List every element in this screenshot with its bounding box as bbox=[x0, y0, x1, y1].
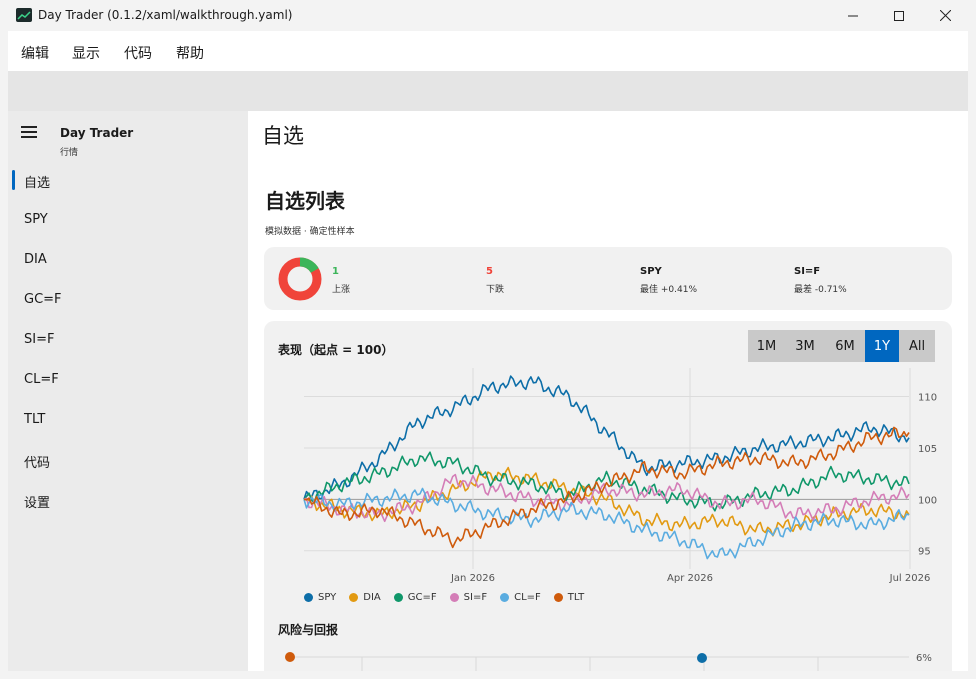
close-button[interactable] bbox=[922, 0, 968, 31]
worst-symbol: SI=F bbox=[794, 266, 821, 277]
app-logo-icon bbox=[16, 8, 32, 22]
best-symbol: SPY bbox=[640, 266, 662, 277]
legend-dot-icon bbox=[349, 593, 359, 602]
legend-label: TLT bbox=[567, 592, 585, 603]
x-tick-label: Jan 2026 bbox=[450, 573, 495, 584]
sidebar-item-cl[interactable]: CL=F bbox=[24, 372, 59, 387]
down-count: 5 bbox=[486, 266, 493, 277]
menu-bar: 编辑 显示 代码 帮助 bbox=[8, 31, 968, 71]
page-title: 自选 bbox=[262, 124, 304, 148]
series-line-gc-f bbox=[303, 451, 910, 512]
risk-point-tlt bbox=[285, 652, 295, 662]
legend-item: GC=F bbox=[393, 592, 437, 603]
sidebar-item-tlt[interactable]: TLT bbox=[24, 412, 45, 427]
legend-dot-icon bbox=[304, 593, 313, 602]
close-icon bbox=[939, 10, 951, 21]
y-tick-label: 105 bbox=[918, 444, 937, 455]
up-down-donut bbox=[278, 257, 322, 301]
series-line-dia bbox=[303, 466, 910, 537]
hamburger-icon[interactable] bbox=[21, 126, 37, 138]
legend-item: CL=F bbox=[500, 592, 541, 603]
legend-item: SPY bbox=[304, 592, 336, 603]
legend-item: DIA bbox=[349, 592, 381, 603]
risk-title: 风险与回报 bbox=[278, 623, 339, 637]
legend-dot-icon bbox=[449, 593, 459, 602]
minimize-button[interactable] bbox=[830, 0, 876, 31]
series-line-tlt bbox=[303, 426, 910, 549]
sidebar-item-gc[interactable]: GC=F bbox=[24, 292, 62, 307]
window-title: Day Trader (0.1.2/xaml/walkthrough.yaml) bbox=[38, 8, 293, 22]
menu-help[interactable]: 帮助 bbox=[176, 43, 204, 63]
section-subheading: 模拟数据 · 确定性样本 bbox=[265, 227, 355, 237]
selection-indicator bbox=[12, 170, 15, 190]
summary-card: 1 上涨 5 下跌 SPY 最佳 +0.41% SI=F 最差 -0.71% bbox=[264, 247, 952, 310]
maximize-icon bbox=[894, 10, 904, 21]
sidebar: Day Trader 行情 自选 SPY DIA GC=F SI=F CL=F … bbox=[8, 111, 248, 671]
sidebar-item-settings[interactable]: 设置 bbox=[24, 492, 50, 511]
series-line-spy bbox=[303, 375, 910, 500]
header-band bbox=[8, 71, 968, 111]
section-heading: 自选列表 bbox=[265, 189, 345, 213]
risk-point-spy bbox=[697, 653, 707, 663]
y-tick-label: 95 bbox=[918, 547, 931, 558]
legend-label: SI=F bbox=[463, 592, 488, 603]
sidebar-item-watchlist[interactable]: 自选 bbox=[24, 172, 50, 191]
legend-dot-icon bbox=[553, 593, 563, 602]
maximize-button[interactable] bbox=[876, 0, 922, 31]
legend-item: TLT bbox=[553, 592, 585, 603]
legend-dot-icon bbox=[500, 593, 510, 602]
app-subtitle: 行情 bbox=[60, 148, 79, 158]
legend-label: DIA bbox=[363, 592, 381, 603]
up-label: 上涨 bbox=[332, 285, 351, 295]
minimize-icon bbox=[848, 15, 858, 16]
menu-code[interactable]: 代码 bbox=[124, 43, 152, 63]
sidebar-item-dia[interactable]: DIA bbox=[24, 252, 47, 267]
best-label: 最佳 +0.41% bbox=[640, 285, 697, 295]
chart-legend: SPY DIA GC=F SI=F CL=F TLT bbox=[304, 592, 597, 603]
performance-card: 表现（起点 = 100） 1M 3M 6M 1Y All 95 100 105 110… bbox=[264, 321, 952, 671]
worst-label: 最差 -0.71% bbox=[794, 285, 847, 295]
app-name: Day Trader bbox=[60, 126, 134, 140]
sidebar-item-spy[interactable]: SPY bbox=[24, 212, 48, 227]
sidebar-item-code[interactable]: 代码 bbox=[24, 452, 50, 471]
legend-item: SI=F bbox=[449, 592, 488, 603]
sidebar-item-si[interactable]: SI=F bbox=[24, 332, 54, 347]
legend-label: GC=F bbox=[407, 592, 437, 603]
down-label: 下跌 bbox=[486, 285, 505, 295]
menu-edit[interactable]: 编辑 bbox=[21, 43, 49, 63]
up-count: 1 bbox=[332, 266, 339, 277]
y-tick-label: 110 bbox=[918, 393, 937, 404]
x-tick-label: Apr 2026 bbox=[667, 573, 713, 584]
title-bar: Day Trader (0.1.2/xaml/walkthrough.yaml) bbox=[0, 0, 976, 31]
main-content: 自选 自选列表 模拟数据 · 确定性样本 1 上涨 5 下跌 SPY 最佳 +0… bbox=[248, 111, 968, 671]
legend-label: SPY bbox=[318, 592, 337, 603]
legend-dot-icon bbox=[393, 593, 403, 602]
risk-chart: 6% bbox=[285, 652, 932, 671]
y-tick-label: 100 bbox=[918, 495, 937, 506]
performance-chart: 95 100 105 110 Jan 2026 Apr 2026 Jul 2026 bbox=[303, 368, 937, 584]
menu-view[interactable]: 显示 bbox=[72, 43, 100, 63]
x-tick-label: Jul 2026 bbox=[889, 573, 931, 584]
legend-label: CL=F bbox=[514, 592, 541, 603]
risk-y-tick: 6% bbox=[916, 653, 932, 664]
